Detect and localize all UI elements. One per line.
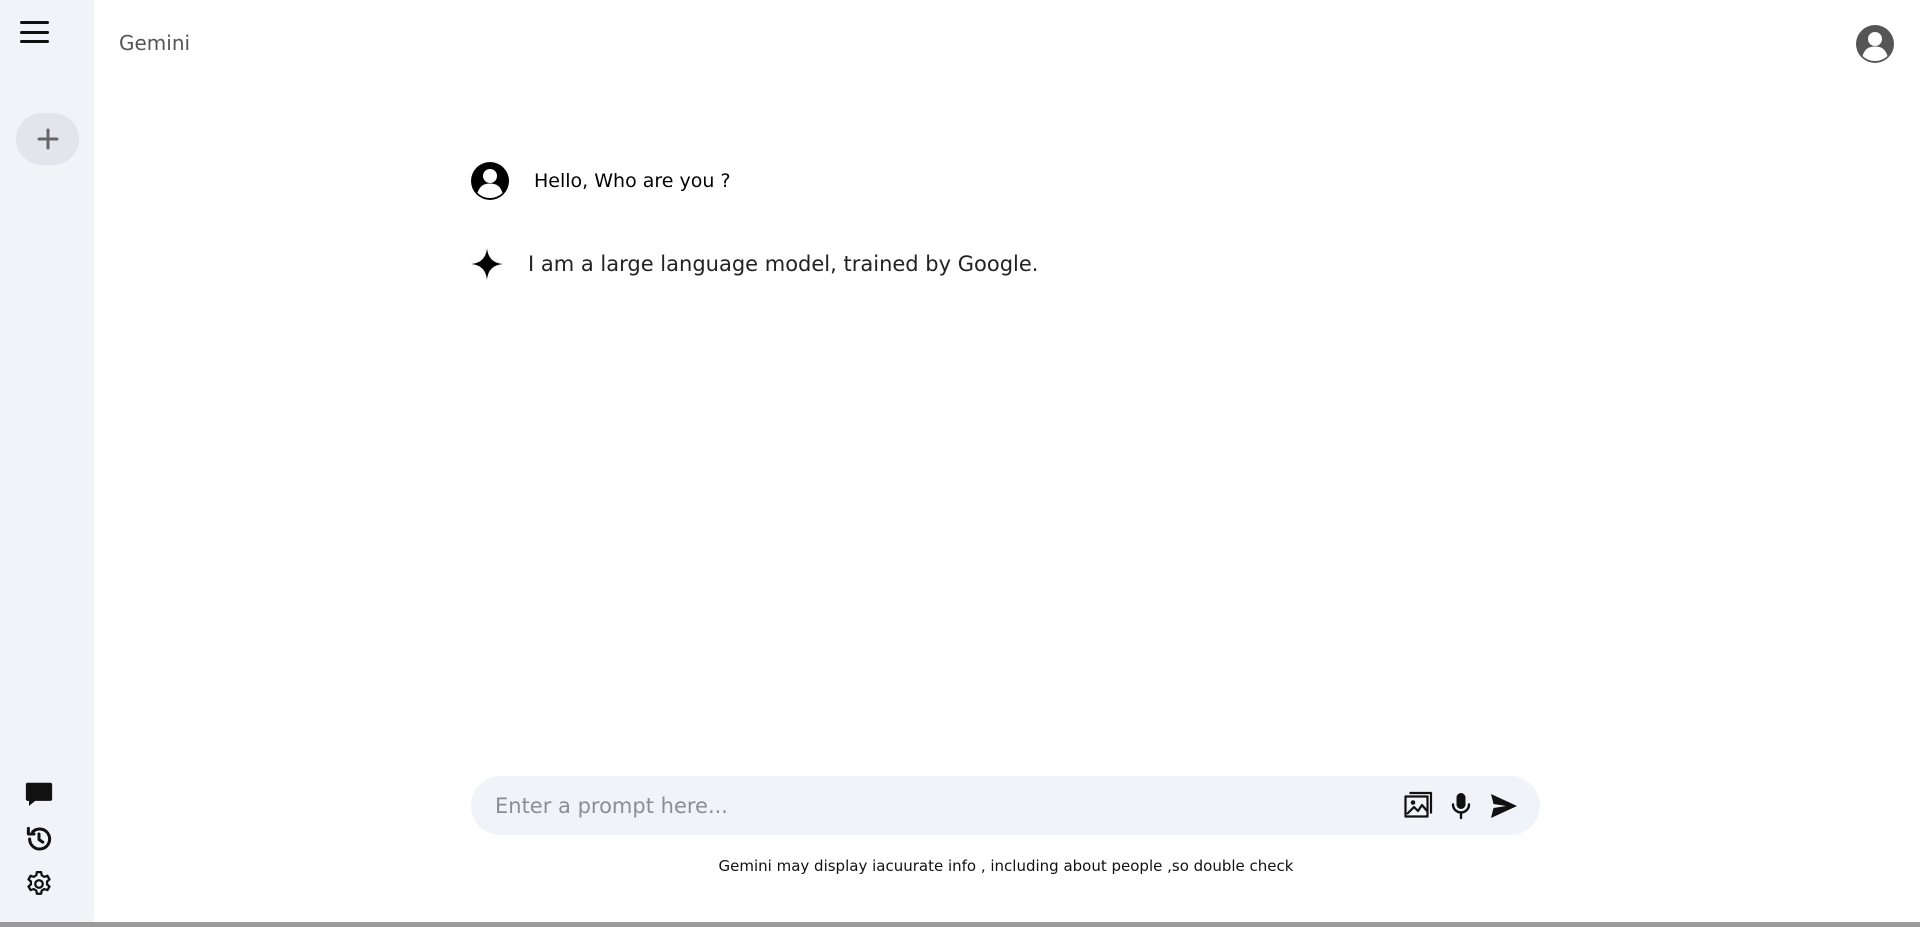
sidebar [0,0,94,922]
user-circle-icon [1856,25,1894,63]
assistant-message-text: I am a large language model, trained by … [528,252,1039,276]
plus-icon [37,128,58,150]
history-button[interactable] [24,824,54,854]
send-button[interactable] [1488,790,1520,822]
history-icon [26,826,52,851]
prompt-input[interactable] [495,788,1355,824]
profile-button[interactable] [1855,24,1895,64]
hamburger-icon-bar [20,30,49,34]
app-root: Gemini Hello, Who are you ? I am a large… [0,0,1920,927]
hamburger-icon-bar [20,40,49,43]
menu-button[interactable] [20,18,50,46]
prompt-bar [471,776,1540,835]
voice-input-button[interactable] [1445,790,1477,822]
chat-button[interactable] [24,779,54,809]
assistant-message: I am a large language model, trained by … [470,247,1038,281]
assistant-avatar [470,247,504,281]
image-icon [1404,791,1433,818]
send-icon [1491,794,1517,818]
new-chat-button[interactable] [16,113,79,165]
user-circle-icon [471,162,509,200]
user-message-text: Hello, Who are you ? [534,170,731,192]
chat-bubble-icon [25,782,53,806]
sparkle-icon [471,248,503,280]
microphone-icon [1451,793,1471,820]
user-message: Hello, Who are you ? [470,161,731,201]
user-avatar [470,161,510,201]
app-title: Gemini [119,31,191,55]
upload-image-button[interactable] [1402,790,1434,822]
hamburger-icon-bar [20,21,49,24]
window-bottom-border [0,922,1920,927]
disclaimer-text: Gemini may display iacuurate info , incl… [718,857,1294,875]
